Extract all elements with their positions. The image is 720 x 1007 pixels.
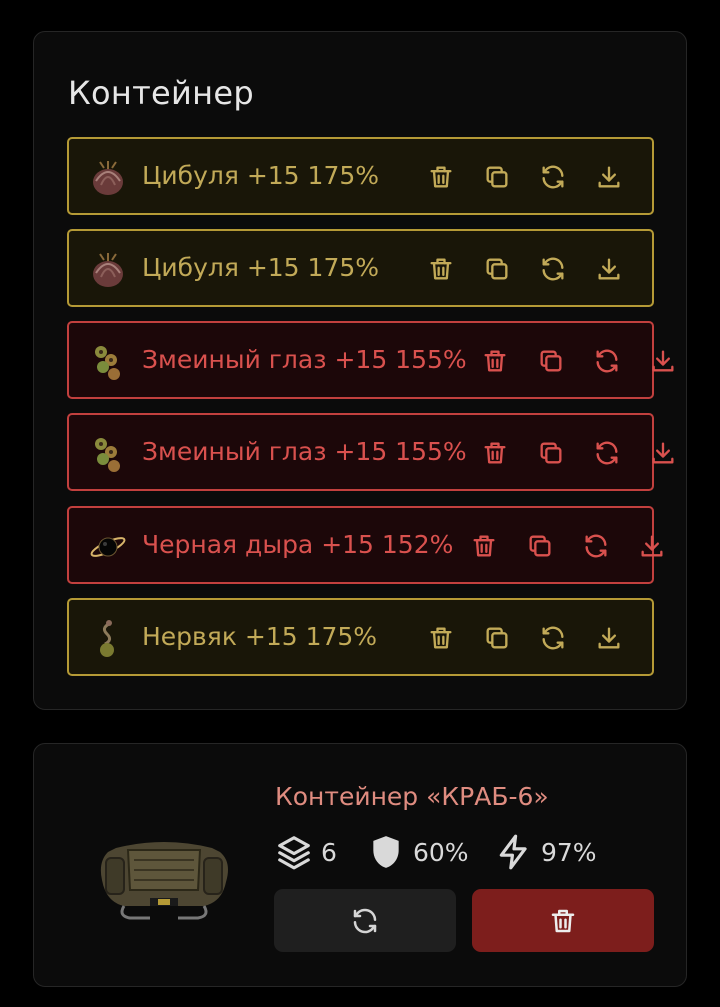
copy-icon[interactable] xyxy=(483,255,511,283)
trash-icon[interactable] xyxy=(470,532,498,560)
refresh-button[interactable] xyxy=(274,889,456,952)
download-icon[interactable] xyxy=(595,255,623,283)
black-hole-artifact-icon xyxy=(90,537,126,557)
snake-eye-artifact-icon xyxy=(95,346,120,380)
artifact-slot[interactable]: Нервяк +15 175% xyxy=(67,598,654,676)
download-icon[interactable] xyxy=(649,439,677,467)
artifact-slot[interactable]: Змеиный глаз +15 155% xyxy=(67,413,674,491)
stat-slots-value: 6 xyxy=(321,837,337,867)
refresh-icon xyxy=(353,908,377,933)
panel-title: Контейнер xyxy=(68,74,254,112)
trash-icon[interactable] xyxy=(427,255,455,283)
trash-icon[interactable] xyxy=(427,624,455,652)
refresh-icon[interactable] xyxy=(593,439,621,467)
stat-protection: 60% xyxy=(367,834,469,870)
item-name: Змеиный глаз +15 155% xyxy=(142,437,467,466)
trash-icon xyxy=(551,909,575,932)
refresh-icon[interactable] xyxy=(593,347,621,375)
artifact-slot[interactable]: Цибуля +15 175% xyxy=(67,229,654,307)
delete-button[interactable] xyxy=(472,889,654,952)
onion-artifact-icon xyxy=(93,161,123,195)
stat-efficiency-value: 97% xyxy=(541,837,597,867)
item-name: Цибуля +15 175% xyxy=(142,161,380,190)
copy-icon[interactable] xyxy=(537,439,565,467)
download-icon[interactable] xyxy=(638,532,666,560)
shield-icon xyxy=(373,836,399,868)
copy-icon[interactable] xyxy=(483,163,511,191)
refresh-icon[interactable] xyxy=(539,255,567,283)
copy-icon[interactable] xyxy=(537,347,565,375)
artifact-slot[interactable]: Цибуля +15 175% xyxy=(67,137,654,215)
refresh-icon[interactable] xyxy=(582,532,610,560)
onion-artifact-icon xyxy=(93,253,123,287)
trash-icon[interactable] xyxy=(481,347,509,375)
refresh-icon[interactable] xyxy=(539,163,567,191)
artifact-slot[interactable]: Змеиный глаз +15 155% xyxy=(67,321,674,399)
layers-icon xyxy=(278,836,310,870)
crab-6-container-image xyxy=(100,842,228,920)
trash-icon[interactable] xyxy=(481,439,509,467)
container-title: Контейнер «КРАБ-6» xyxy=(275,782,549,811)
item-name: Нервяк +15 175% xyxy=(142,622,378,651)
download-icon[interactable] xyxy=(649,347,677,375)
stat-protection-value: 60% xyxy=(413,837,469,867)
refresh-icon[interactable] xyxy=(539,624,567,652)
copy-icon[interactable] xyxy=(526,532,554,560)
copy-icon[interactable] xyxy=(483,624,511,652)
stat-slots: 6 xyxy=(275,834,337,870)
download-icon[interactable] xyxy=(595,624,623,652)
artifact-slot[interactable]: Черная дыра +15 152% xyxy=(67,506,663,584)
trash-icon[interactable] xyxy=(427,163,455,191)
download-icon[interactable] xyxy=(595,163,623,191)
item-name: Черная дыра +15 152% xyxy=(142,530,454,559)
container-panel: Контейнер Цибуля +15 175% Цибуля +15 175… xyxy=(33,31,687,710)
snake-eye-artifact-icon xyxy=(95,438,120,472)
nerve-artifact-icon xyxy=(100,620,114,657)
lightning-icon xyxy=(499,834,527,870)
item-name: Цибуля +15 175% xyxy=(142,253,380,282)
container-info-panel: Контейнер «КРАБ-6» 6 60% 97% xyxy=(33,743,687,987)
item-name: Змеиный глаз +15 155% xyxy=(142,345,467,374)
stat-efficiency: 97% xyxy=(495,834,597,870)
